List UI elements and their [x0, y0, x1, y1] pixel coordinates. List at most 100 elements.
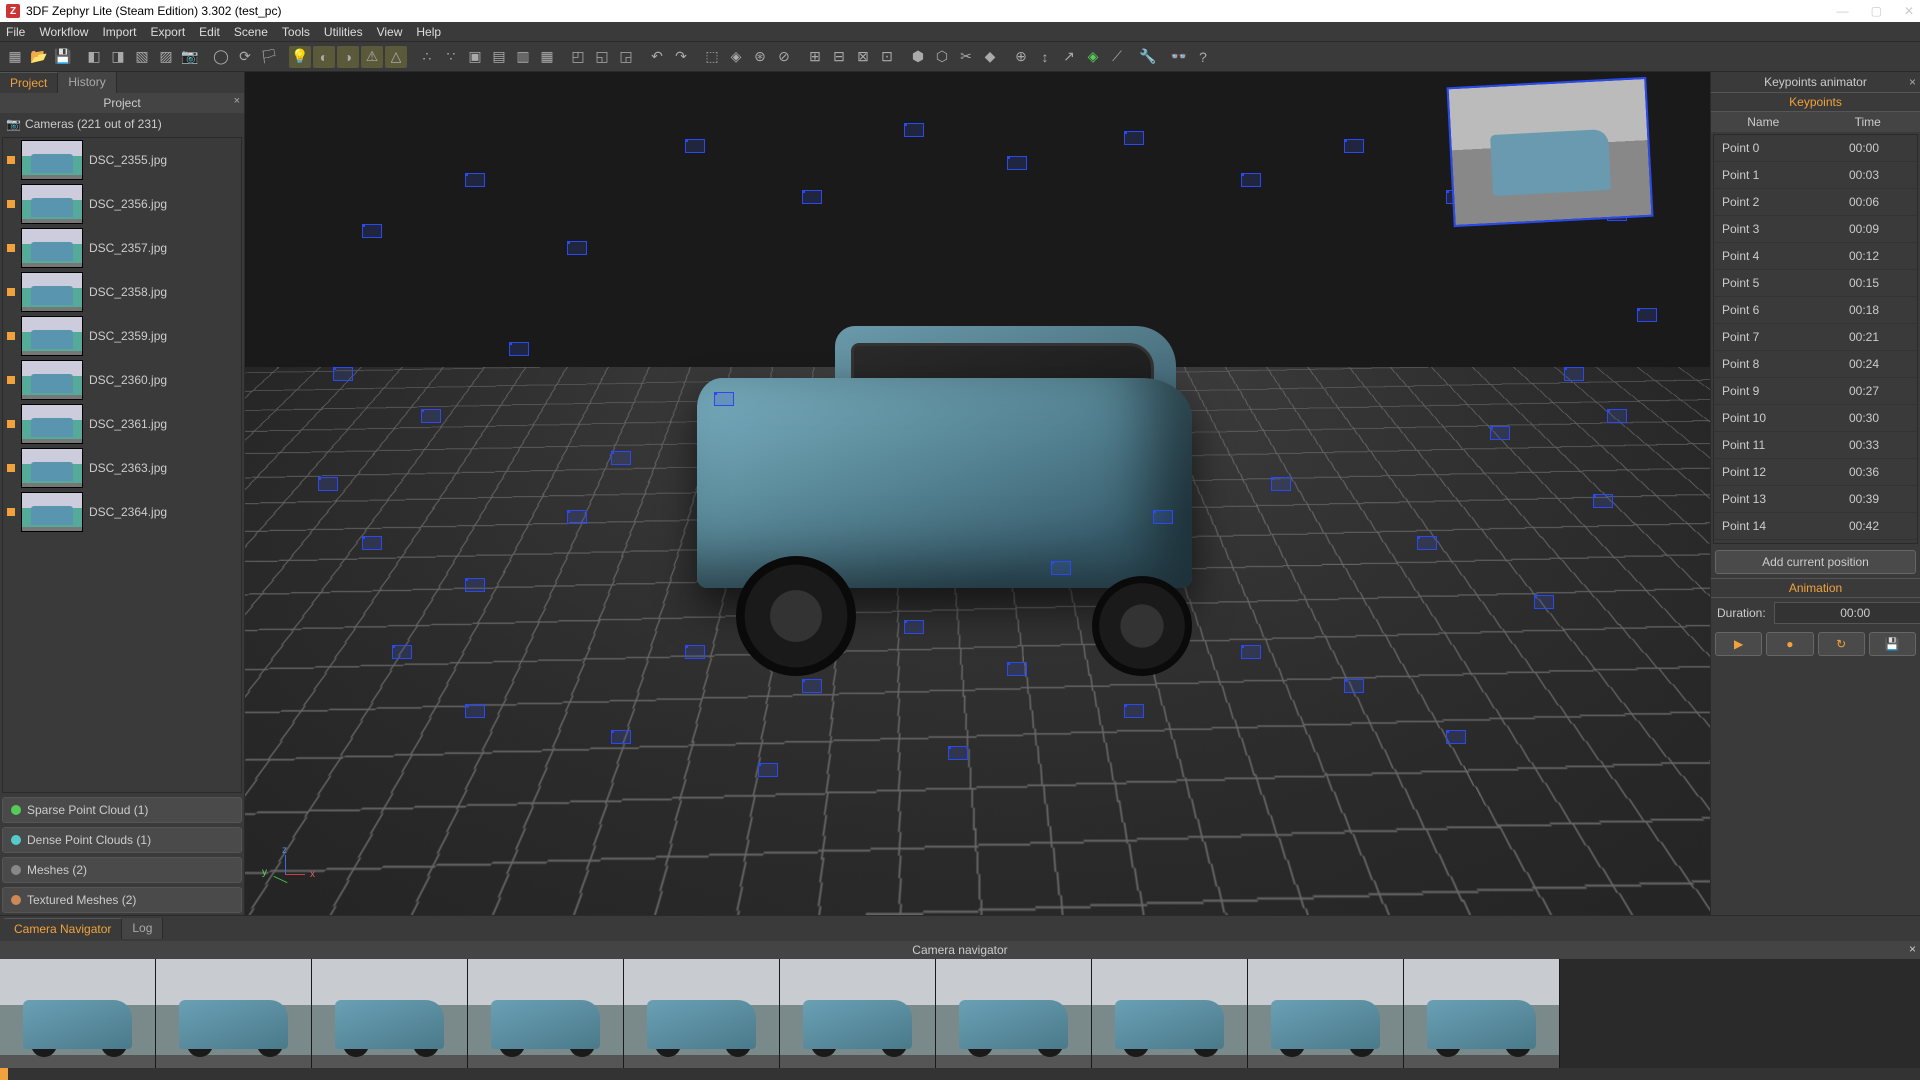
tool-g2-icon[interactable]: ⊟	[828, 46, 850, 68]
nav-thumb[interactable]	[936, 959, 1092, 1068]
cameras-header[interactable]: 📷 Cameras (221 out of 231)	[0, 113, 244, 135]
keypoint-row[interactable]: Point 1300:39	[1714, 486, 1917, 513]
camera-navigator-strip[interactable]	[0, 959, 1920, 1068]
tool-disable-icon[interactable]: ⊘	[773, 46, 795, 68]
tool-box3-icon[interactable]: ▥	[512, 46, 534, 68]
checkbox-icon[interactable]	[7, 244, 15, 252]
tool-light-icon[interactable]: 💡	[289, 46, 311, 68]
keypoint-row[interactable]: Point 000:00	[1714, 135, 1917, 162]
tool-save-icon[interactable]: 💾	[52, 46, 74, 68]
checkbox-icon[interactable]	[7, 332, 15, 340]
tool-new-icon[interactable]: ▦	[4, 46, 26, 68]
tool-g4-icon[interactable]: ⊡	[876, 46, 898, 68]
tool-flag-icon[interactable]: 🏳	[258, 46, 280, 68]
tool-g3-icon[interactable]: ⊠	[852, 46, 874, 68]
close-icon[interactable]: ×	[234, 95, 240, 107]
nav-thumb[interactable]	[1248, 959, 1404, 1068]
menu-tools[interactable]: Tools	[282, 25, 310, 39]
tool-open-icon[interactable]: 📂	[28, 46, 50, 68]
nav-thumb[interactable]	[0, 959, 156, 1068]
tool-select-icon[interactable]: ⬚	[701, 46, 723, 68]
tool-mask-icon[interactable]: 👓	[1168, 46, 1190, 68]
checkbox-icon[interactable]	[7, 288, 15, 296]
tool-box2-icon[interactable]: ▤	[488, 46, 510, 68]
checkbox-icon[interactable]	[7, 464, 15, 472]
keypoint-row[interactable]: Point 200:06	[1714, 189, 1917, 216]
nav-thumb[interactable]	[312, 959, 468, 1068]
camera-item[interactable]: DSC_2357.jpg	[3, 226, 241, 270]
tab-log[interactable]: Log	[122, 918, 163, 939]
camera-item[interactable]: DSC_2361.jpg	[3, 402, 241, 446]
add-position-button[interactable]: Add current position	[1715, 550, 1916, 574]
keypoint-row[interactable]: Point 1000:30	[1714, 405, 1917, 432]
close-icon[interactable]: ×	[1909, 942, 1916, 956]
menu-utilities[interactable]: Utilities	[324, 25, 363, 39]
menu-import[interactable]: Import	[102, 25, 136, 39]
checkbox-icon[interactable]	[7, 420, 15, 428]
keypoint-row[interactable]: Point 500:15	[1714, 270, 1917, 297]
scroll-handle[interactable]	[0, 1068, 8, 1080]
camera-item[interactable]: DSC_2359.jpg	[3, 314, 241, 358]
keypoint-row[interactable]: Point 400:12	[1714, 243, 1917, 270]
section-dense[interactable]: Dense Point Clouds (1)	[2, 827, 242, 853]
tab-camera-navigator[interactable]: Camera Navigator	[4, 918, 122, 939]
tool-magnet-icon[interactable]: ⊛	[749, 46, 771, 68]
camera-item[interactable]: DSC_2363.jpg	[3, 446, 241, 490]
camera-item[interactable]: DSC_2364.jpg	[3, 490, 241, 534]
camera-item[interactable]: DSC_2355.jpg	[3, 138, 241, 182]
nav-thumb[interactable]	[156, 959, 312, 1068]
keypoint-row[interactable]: Point 800:24	[1714, 351, 1917, 378]
menu-file[interactable]: File	[6, 25, 25, 39]
tool-sel2-icon[interactable]: ◱	[591, 46, 613, 68]
tool-redo-icon[interactable]: ↷	[670, 46, 692, 68]
nav-thumb[interactable]	[780, 959, 936, 1068]
tool-sel3-icon[interactable]: ◲	[615, 46, 637, 68]
tool-m1-icon[interactable]: ⬢	[907, 46, 929, 68]
tool-warn-icon[interactable]: ⚠	[361, 46, 383, 68]
keypoints-list[interactable]: Point 000:00Point 100:03Point 200:06 Poin…	[1713, 134, 1918, 544]
menu-workflow[interactable]: Workflow	[39, 25, 88, 39]
tool-sel1-icon[interactable]: ◰	[567, 46, 589, 68]
checkbox-icon[interactable]	[7, 156, 15, 164]
keypoint-row[interactable]: Point 600:18	[1714, 297, 1917, 324]
keypoint-row[interactable]: Point 700:21	[1714, 324, 1917, 351]
keypoint-row[interactable]: Point 1200:36	[1714, 459, 1917, 486]
3d-viewport[interactable]: z x y	[245, 72, 1710, 915]
nav-thumb[interactable]	[468, 959, 624, 1068]
tool-c5-icon[interactable]: ⟋	[1106, 46, 1128, 68]
nav-thumb[interactable]	[624, 959, 780, 1068]
maximize-button[interactable]: ▢	[1871, 4, 1882, 18]
tool-help-icon[interactable]: ?	[1192, 46, 1214, 68]
tool-undo-icon[interactable]: ↶	[646, 46, 668, 68]
tool-c4-icon[interactable]: ◈	[1082, 46, 1104, 68]
tool-cut-icon[interactable]: ✂	[955, 46, 977, 68]
tool-m4-icon[interactable]: ◆	[979, 46, 1001, 68]
tab-history[interactable]: History	[58, 72, 116, 93]
menu-edit[interactable]: Edit	[199, 25, 220, 39]
keypoint-row[interactable]: Point 1100:33	[1714, 432, 1917, 459]
tool-lasso-icon[interactable]: ◈	[725, 46, 747, 68]
horizontal-scrollbar[interactable]	[0, 1068, 1920, 1080]
section-sparse[interactable]: Sparse Point Cloud (1)	[2, 797, 242, 823]
nav-thumb[interactable]	[1092, 959, 1248, 1068]
keypoint-row[interactable]: Point 1400:42	[1714, 513, 1917, 540]
close-icon[interactable]: ×	[1909, 75, 1916, 89]
tool-refresh-icon[interactable]: ⟳	[234, 46, 256, 68]
tool-shade2-icon[interactable]: ◑	[337, 46, 359, 68]
tool-cube3-icon[interactable]: ▧	[131, 46, 153, 68]
tool-c2-icon[interactable]: ↕	[1034, 46, 1056, 68]
section-textured[interactable]: Textured Meshes (2)	[2, 887, 242, 913]
menu-export[interactable]: Export	[150, 25, 185, 39]
keypoint-row[interactable]: Point 100:03	[1714, 162, 1917, 189]
tool-orbit-icon[interactable]: ◯	[210, 46, 232, 68]
tool-cube2-icon[interactable]: ◨	[107, 46, 129, 68]
loop-button[interactable]: ↻	[1818, 632, 1865, 656]
tool-cube4-icon[interactable]: ▨	[155, 46, 177, 68]
keypoint-row[interactable]: Point 900:27	[1714, 378, 1917, 405]
camera-item[interactable]: DSC_2356.jpg	[3, 182, 241, 226]
tab-project[interactable]: Project	[0, 72, 58, 93]
checkbox-icon[interactable]	[7, 200, 15, 208]
record-button[interactable]: ●	[1766, 632, 1813, 656]
minimize-button[interactable]: —	[1837, 4, 1849, 18]
tool-screenshot-icon[interactable]: 📷	[179, 46, 201, 68]
